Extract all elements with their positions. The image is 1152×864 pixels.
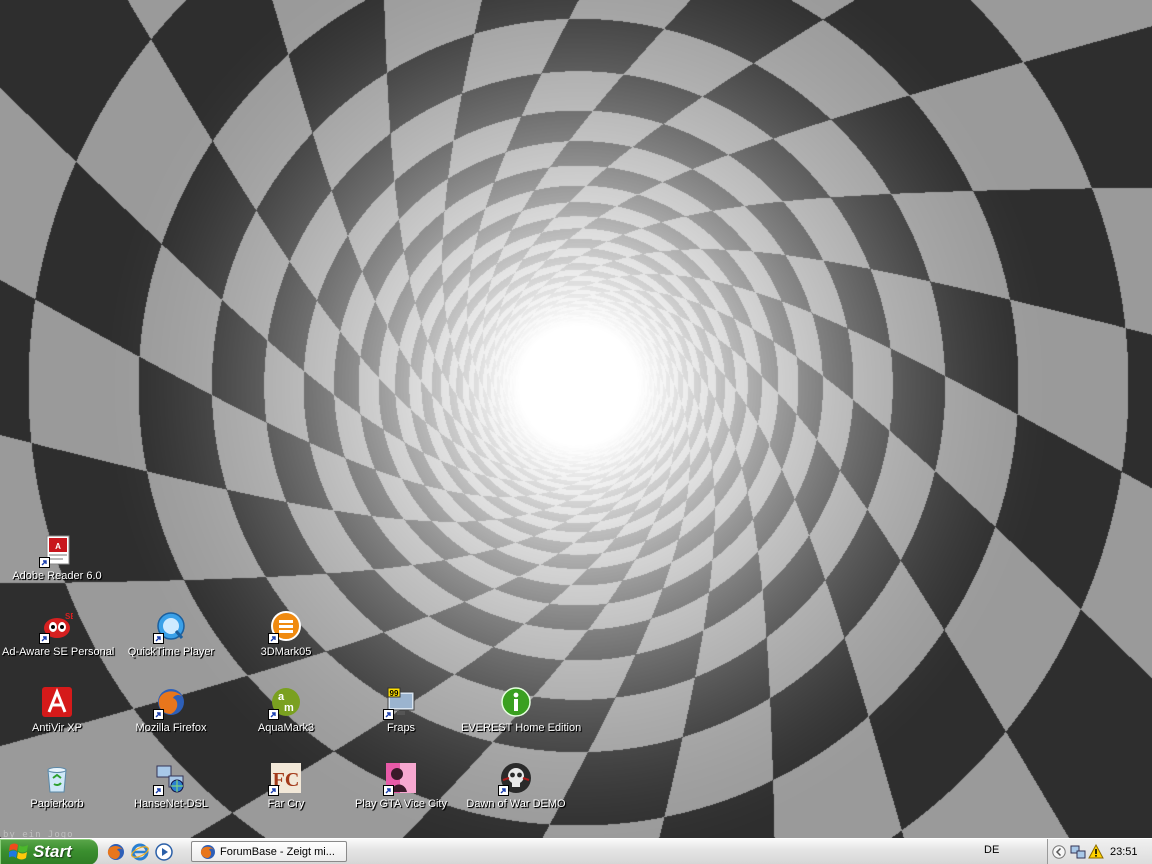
desktop-icon-adobe-reader[interactable]: A Adobe Reader 6.0 — [2, 532, 112, 596]
firefox-icon — [200, 844, 215, 859]
shortcut-arrow-icon — [498, 785, 509, 796]
gta-vice-city-icon — [383, 762, 417, 796]
icon-label: Mozilla Firefox — [135, 722, 207, 734]
dawn-of-war-icon — [498, 762, 532, 796]
aquamark-icon: am — [268, 686, 302, 720]
antivir-icon — [41, 686, 73, 718]
shortcut-arrow-icon — [153, 633, 164, 644]
taskbar-button-label: ForumBase - Zeigt mi... — [220, 845, 335, 858]
chevron-left-icon[interactable] — [1052, 845, 1066, 859]
taskbar: Start ForumBase - Zeigt mi... DE 23:51 — [0, 838, 1152, 864]
shortcut-arrow-icon — [268, 709, 279, 720]
icon-label: EVEREST Home Edition — [461, 722, 582, 734]
desktop-icon-dawn-of-war[interactable]: Dawn of War DEMO — [461, 760, 571, 824]
icon-label: Play GTA Vice City — [355, 798, 447, 810]
shortcut-arrow-icon — [383, 785, 394, 796]
desktop-icon-far-cry[interactable]: FC Far Cry — [231, 760, 341, 824]
icon-label: Dawn of War DEMO — [466, 798, 566, 810]
icon-label: AntiVir XP — [32, 722, 82, 734]
internet-explorer-icon — [131, 843, 149, 861]
desktop-icon-firefox[interactable]: Mozilla Firefox — [116, 684, 226, 748]
svg-text:A: A — [55, 542, 61, 551]
system-tray: 23:51 — [1047, 839, 1152, 864]
recycle-bin-icon — [41, 762, 73, 794]
shortcut-arrow-icon — [39, 557, 50, 568]
firefox-icon — [107, 844, 124, 860]
fraps-icon: 99 — [383, 686, 417, 720]
quick-launch-media-player[interactable] — [154, 842, 174, 862]
shortcut-arrow-icon — [153, 709, 164, 720]
far-cry-icon: FC — [268, 762, 302, 796]
icon-label: Far Cry — [267, 798, 305, 810]
quick-launch-firefox[interactable] — [106, 842, 126, 862]
desktop-icon-aquamark3[interactable]: am AquaMark3 — [231, 684, 341, 748]
icon-label: 3DMark05 — [260, 646, 312, 658]
desktop[interactable]: A Adobe Reader 6.0 SE Ad-Aware SE Person… — [0, 0, 1152, 838]
shortcut-arrow-icon — [268, 785, 279, 796]
adobe-reader-icon: A — [39, 534, 73, 568]
shortcut-arrow-icon — [153, 785, 164, 796]
everest-icon — [500, 686, 532, 718]
desktop-icon-ad-aware[interactable]: SE Ad-Aware SE Personal — [2, 608, 115, 672]
language-indicator[interactable]: DE — [984, 844, 999, 856]
quicktime-icon — [153, 610, 187, 644]
shortcut-arrow-icon — [39, 633, 50, 644]
svg-text:SE: SE — [65, 612, 73, 621]
windows-logo-icon — [9, 843, 28, 860]
svg-text:99: 99 — [390, 689, 399, 698]
security-warning-icon[interactable] — [1088, 844, 1104, 860]
shortcut-arrow-icon — [268, 633, 279, 644]
network-icon[interactable] — [1070, 844, 1086, 860]
start-label: Start — [33, 842, 72, 861]
quick-launch-internet-explorer[interactable] — [130, 842, 150, 862]
icon-label: HanseNet-DSL — [134, 798, 208, 810]
start-button[interactable]: Start — [0, 839, 98, 864]
clock[interactable]: 23:51 — [1110, 846, 1138, 858]
icon-label: QuickTime Player — [127, 646, 215, 658]
icon-label: Papierkorb — [30, 798, 84, 810]
desktop-icon-antivir[interactable]: AntiVir XP — [2, 684, 112, 748]
desktop-icon-quicktime[interactable]: QuickTime Player — [116, 608, 226, 672]
icon-label: Adobe Reader 6.0 — [12, 570, 102, 582]
shortcut-arrow-icon — [383, 709, 394, 720]
desktop-icon-3dmark05[interactable]: 3DMark05 — [231, 608, 341, 672]
svg-text:m: m — [284, 702, 294, 714]
quick-launch — [106, 841, 174, 863]
desktop-icon-recycle-bin[interactable]: Papierkorb — [2, 760, 112, 824]
icon-label: AquaMark3 — [257, 722, 315, 734]
wallpaper-signature: by ein Jogo — [3, 830, 74, 838]
desktop-icon-gta-vice-city[interactable]: Play GTA Vice City — [346, 760, 456, 824]
media-player-icon — [155, 843, 173, 861]
network-connection-icon — [153, 762, 187, 796]
desktop-icon-hansenet-dsl[interactable]: HanseNet-DSL — [116, 760, 226, 824]
desktop-icon-everest[interactable]: EVEREST Home Edition — [461, 684, 581, 748]
icon-label: Ad-Aware SE Personal — [2, 646, 115, 658]
taskbar-button-forumbase[interactable]: ForumBase - Zeigt mi... — [191, 841, 347, 862]
ad-aware-icon: SE — [39, 610, 73, 644]
3dmark-icon — [268, 610, 302, 644]
desktop-icon-fraps[interactable]: 99 Fraps — [346, 684, 456, 748]
firefox-icon — [153, 686, 187, 720]
icon-label: Fraps — [386, 722, 416, 734]
